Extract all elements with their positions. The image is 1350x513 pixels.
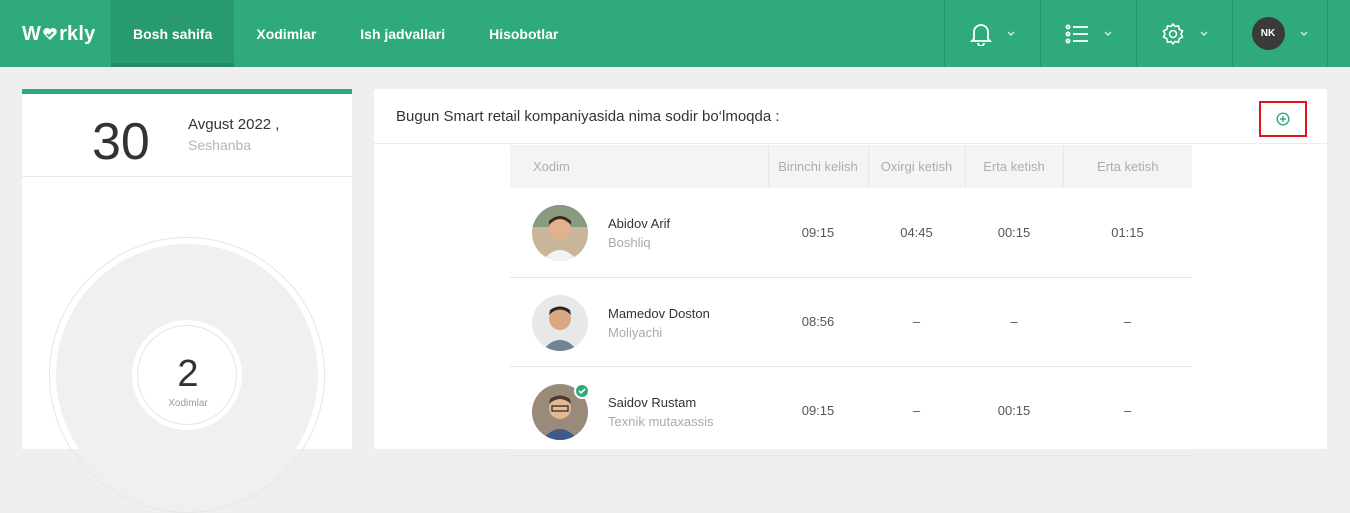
user-menu-button[interactable]: NK xyxy=(1232,0,1328,67)
date-day: 30 xyxy=(92,113,150,171)
first-in-time: 08:56 xyxy=(768,277,868,367)
activity-card: Bugun Smart retail kompaniyasida nima so… xyxy=(374,89,1327,456)
employee-cell: Mamedov Doston Moliyachi xyxy=(510,277,768,367)
app-logo[interactable]: W rkly xyxy=(22,20,95,48)
date-weekday: Seshanba xyxy=(188,137,252,153)
early-out-1: – xyxy=(965,277,1063,367)
early-out-2: – xyxy=(1063,277,1192,367)
add-button[interactable] xyxy=(1259,101,1307,137)
table-row[interactable]: Abidov Arif Boshliq 09:15 04:45 00:15 01… xyxy=(510,188,1192,278)
last-out-time: – xyxy=(868,366,965,456)
nav-xodimlar[interactable]: Xodimlar xyxy=(234,0,338,67)
col-last-out[interactable]: Oxirgi ketish xyxy=(867,145,965,188)
attendance-table: Xodim Birinchi kelish Oxirgi ketish Erta… xyxy=(510,145,1192,456)
nav-ish-jadvallari[interactable]: Ish jadvallari xyxy=(338,0,467,67)
early-out-2: 01:15 xyxy=(1063,188,1192,278)
notifications-button[interactable] xyxy=(944,0,1040,67)
list-icon xyxy=(1064,24,1088,43)
user-avatar: NK xyxy=(1251,17,1285,50)
first-in-time: 09:15 xyxy=(768,188,868,278)
employee-role: Moliyachi xyxy=(608,324,663,340)
chevron-down-icon xyxy=(1300,31,1307,36)
activity-header: Bugun Smart retail kompaniyasida nima so… xyxy=(374,89,1327,144)
chevron-down-icon xyxy=(1104,31,1111,36)
employee-name[interactable]: Mamedov Doston xyxy=(608,306,710,321)
toolbar: NK xyxy=(944,0,1328,67)
nav-hisobotlar[interactable]: Hisobotlar xyxy=(467,0,580,67)
verified-check-icon xyxy=(574,382,590,399)
date-month-year: Avgust 2022 , xyxy=(188,116,280,133)
employee-count: 2 xyxy=(177,353,199,395)
settings-button[interactable] xyxy=(1136,0,1232,67)
early-out-1: 00:15 xyxy=(965,188,1063,278)
bell-icon xyxy=(969,23,992,46)
first-in-time: 09:15 xyxy=(768,366,868,456)
heart-logo-icon xyxy=(43,28,57,40)
gear-icon xyxy=(1161,22,1184,45)
date-header: 30 Avgust 2022 , Seshanba xyxy=(22,94,352,177)
employee-role: Boshliq xyxy=(608,235,651,250)
chevron-down-icon xyxy=(1200,31,1207,36)
col-early-out-1[interactable]: Erta ketish xyxy=(964,145,1063,188)
col-xodim[interactable]: Xodim xyxy=(510,145,768,188)
nav-bosh-sahifa[interactable]: Bosh sahifa xyxy=(111,0,235,67)
employee-count-ring: 2 Xodimlar xyxy=(49,237,325,513)
employee-count-label: Xodimlar xyxy=(168,398,208,409)
employee-name[interactable]: Abidov Arif xyxy=(608,216,670,231)
employee-photo xyxy=(532,205,588,261)
col-first-in[interactable]: Birinchi kelish xyxy=(767,145,868,188)
main-nav: Bosh sahifa Xodimlar Ish jadvallari Hiso… xyxy=(111,0,580,67)
employee-photo xyxy=(532,294,588,351)
plus-circle-icon xyxy=(1276,112,1290,126)
last-out-time: 04:45 xyxy=(868,188,965,278)
employee-cell: Saidov Rustam Texnik mutaxassis xyxy=(510,366,768,456)
chevron-down-icon xyxy=(1007,31,1014,36)
early-out-2: – xyxy=(1063,366,1192,456)
employee-role: Texnik mutaxassis xyxy=(608,413,714,429)
table-row[interactable]: Saidov Rustam Texnik mutaxassis 09:15 – … xyxy=(510,366,1192,456)
employee-name[interactable]: Saidov Rustam xyxy=(608,395,696,410)
early-out-1: 00:15 xyxy=(965,366,1063,456)
employee-cell: Abidov Arif Boshliq xyxy=(510,188,768,278)
list-menu-button[interactable] xyxy=(1040,0,1136,67)
activity-title: Bugun Smart retail kompaniyasida nima so… xyxy=(396,108,780,125)
last-out-time: – xyxy=(868,277,965,367)
top-navbar: W rkly Bosh sahifa Xodimlar Ish jadvalla… xyxy=(0,0,1350,67)
table-row[interactable]: Mamedov Doston Moliyachi 08:56 – – – xyxy=(510,277,1192,367)
col-early-out-2[interactable]: Erta ketish xyxy=(1062,145,1192,188)
date-summary-card: 30 Avgust 2022 , Seshanba 2 Xodimlar xyxy=(22,89,352,513)
